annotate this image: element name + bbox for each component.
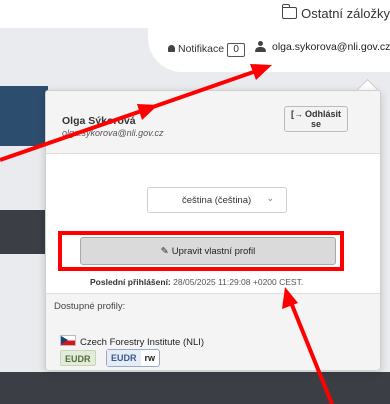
annotation-arrows [0, 64, 334, 404]
annotation-arrow-line [149, 67, 263, 110]
annotation-arrow-head [282, 287, 298, 309]
annotation-arrow-line [288, 299, 334, 404]
annotation-arrow-head [250, 64, 272, 80]
annotation-arrow-line [0, 106, 151, 162]
